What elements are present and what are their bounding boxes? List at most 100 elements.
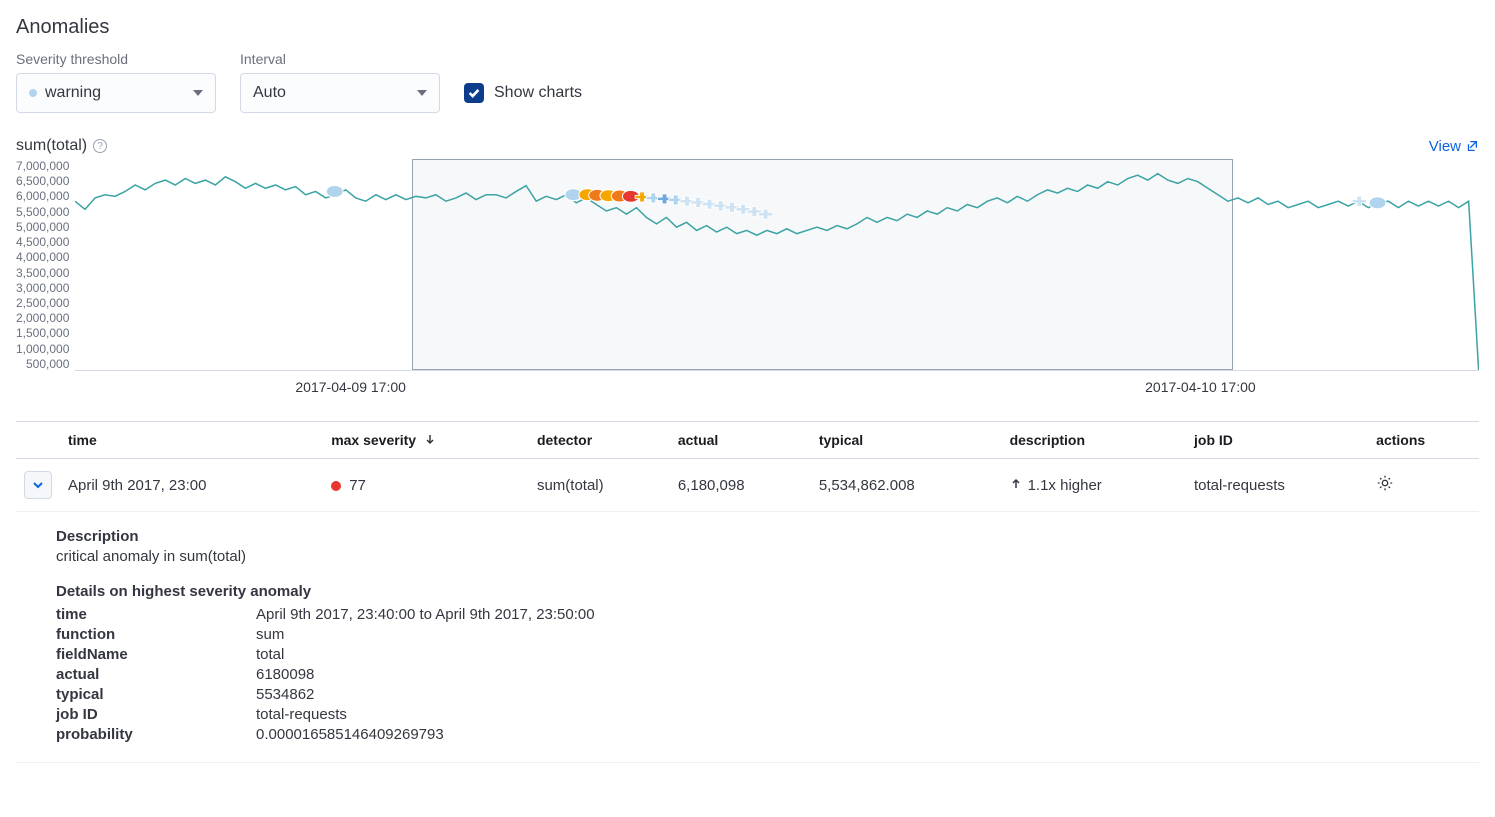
- cell-time: April 9th 2017, 23:00: [60, 459, 323, 512]
- kv-val: sum: [256, 626, 284, 643]
- details-kv-row: job IDtotal-requests: [56, 706, 1439, 723]
- chart-wrap: 7,000,0006,500,0006,000,000 5,500,0005,00…: [16, 159, 1479, 371]
- y-tick: 500,000: [16, 357, 69, 371]
- y-tick: 2,500,000: [16, 296, 69, 310]
- details-section-heading: Details on highest severity anomaly: [56, 583, 1439, 600]
- kv-key: probability: [56, 726, 256, 743]
- interval-select[interactable]: Auto: [240, 73, 440, 113]
- kv-key: time: [56, 606, 256, 623]
- y-tick: 6,000,000: [16, 189, 69, 203]
- col-jobid[interactable]: job ID: [1186, 422, 1368, 459]
- interval-label: Interval: [240, 51, 440, 67]
- show-charts-checkbox[interactable]: [464, 83, 484, 103]
- x-tick: 2017-04-09 17:00: [295, 379, 406, 395]
- severity-control-group: Severity threshold warning: [16, 51, 216, 113]
- kv-key: typical: [56, 686, 256, 703]
- kv-val: total: [256, 646, 284, 663]
- severity-dot-icon: [331, 481, 341, 491]
- col-actions: actions: [1368, 422, 1479, 459]
- details-desc-heading: Description: [56, 528, 1439, 545]
- y-tick: 6,500,000: [16, 174, 69, 188]
- kv-val: total-requests: [256, 706, 347, 723]
- col-description[interactable]: description: [1002, 422, 1186, 459]
- kv-key: actual: [56, 666, 256, 683]
- y-tick: 5,500,000: [16, 205, 69, 219]
- details-kv-row: fieldNametotal: [56, 646, 1439, 663]
- y-axis: 7,000,0006,500,0006,000,000 5,500,0005,00…: [16, 159, 69, 371]
- kv-val: 0.000016585146409269793: [256, 726, 444, 743]
- show-charts-label: Show charts: [494, 84, 582, 102]
- y-tick: 1,000,000: [16, 342, 69, 356]
- col-detector[interactable]: detector: [529, 422, 670, 459]
- anomalies-table: time max severity detector actual typica…: [16, 421, 1479, 512]
- cell-detector: sum(total): [529, 459, 670, 512]
- kv-val: 5534862: [256, 686, 314, 703]
- y-tick: 2,000,000: [16, 311, 69, 325]
- y-tick: 3,000,000: [16, 281, 69, 295]
- col-typical[interactable]: typical: [811, 422, 1002, 459]
- details-kv-row: functionsum: [56, 626, 1439, 643]
- view-link-text: View: [1429, 138, 1461, 155]
- kv-val: April 9th 2017, 23:40:00 to April 9th 20…: [256, 606, 595, 623]
- table-row: April 9th 2017, 23:00 77 sum(total) 6,18…: [16, 459, 1479, 512]
- details-kv-row: timeApril 9th 2017, 23:40:00 to April 9t…: [56, 606, 1439, 623]
- cell-severity: 77: [323, 459, 529, 512]
- cell-description: 1.1x higher: [1002, 459, 1186, 512]
- details-kv-row: typical5534862: [56, 686, 1439, 703]
- y-tick: 1,500,000: [16, 326, 69, 340]
- details-desc-text: critical anomaly in sum(total): [56, 548, 1439, 565]
- sort-desc-icon: [424, 432, 436, 448]
- kv-key: fieldName: [56, 646, 256, 663]
- severity-value: warning: [45, 84, 101, 102]
- col-actual[interactable]: actual: [670, 422, 811, 459]
- help-icon[interactable]: ?: [93, 139, 107, 153]
- chevron-down-icon: [193, 90, 203, 96]
- details-kv-list: timeApril 9th 2017, 23:40:00 to April 9t…: [56, 606, 1439, 743]
- kv-val: 6180098: [256, 666, 314, 683]
- details-kv-row: probability0.000016585146409269793: [56, 726, 1439, 743]
- arrow-up-icon: [1010, 477, 1022, 494]
- chart-header: sum(total) ? View: [16, 137, 1479, 155]
- severity-label: Severity threshold: [16, 51, 216, 67]
- cell-description-text: 1.1x higher: [1028, 477, 1102, 494]
- y-tick: 4,500,000: [16, 235, 69, 249]
- chart-title-text: sum(total): [16, 137, 87, 155]
- details-kv-row: actual6180098: [56, 666, 1439, 683]
- popout-icon: [1465, 139, 1479, 153]
- page-title: Anomalies: [16, 16, 1479, 39]
- plot-area[interactable]: [75, 159, 1479, 371]
- gear-icon: [1376, 474, 1394, 492]
- actions-gear-button[interactable]: [1376, 479, 1394, 496]
- severity-select[interactable]: warning: [16, 73, 216, 113]
- cell-actions: [1368, 459, 1479, 512]
- col-severity-text: max severity: [331, 432, 416, 448]
- cell-typical: 5,534,862.008: [811, 459, 1002, 512]
- anomaly-markers: [75, 159, 1479, 370]
- check-icon: [467, 86, 481, 100]
- expand-col-header: [16, 422, 60, 459]
- chart-title: sum(total) ?: [16, 137, 107, 155]
- expand-row-button[interactable]: [24, 471, 52, 499]
- cell-actual: 6,180,098: [670, 459, 811, 512]
- x-axis: 2017-04-09 17:00 2017-04-10 17:00: [86, 379, 1479, 397]
- severity-dot-icon: [29, 89, 37, 97]
- col-time[interactable]: time: [60, 422, 323, 459]
- col-severity[interactable]: max severity: [323, 422, 529, 459]
- cell-severity-value: 77: [349, 477, 366, 494]
- y-tick: 5,000,000: [16, 220, 69, 234]
- kv-key: function: [56, 626, 256, 643]
- show-charts-row: Show charts: [464, 73, 582, 113]
- y-tick: 7,000,000: [16, 159, 69, 173]
- x-tick: 2017-04-10 17:00: [1145, 379, 1256, 395]
- view-link[interactable]: View: [1429, 138, 1479, 155]
- kv-key: job ID: [56, 706, 256, 723]
- y-tick: 4,000,000: [16, 250, 69, 264]
- chevron-down-icon: [417, 90, 427, 96]
- controls-row: Severity threshold warning Interval Auto…: [16, 51, 1479, 113]
- interval-control-group: Interval Auto: [240, 51, 440, 113]
- interval-value: Auto: [253, 84, 286, 102]
- details-panel: Description critical anomaly in sum(tota…: [16, 512, 1479, 763]
- chevron-down-icon: [32, 479, 44, 491]
- cell-jobid: total-requests: [1186, 459, 1368, 512]
- y-tick: 3,500,000: [16, 266, 69, 280]
